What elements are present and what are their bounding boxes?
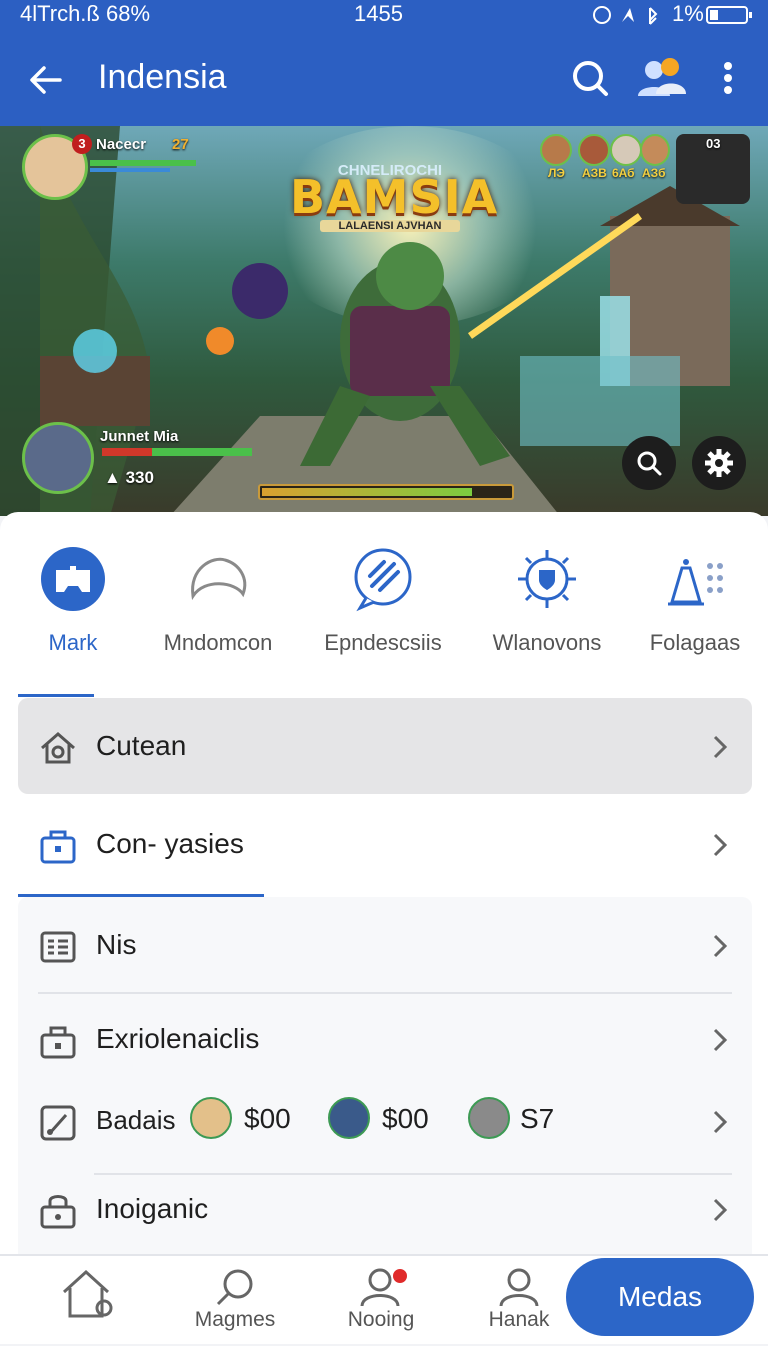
team-label: 6Аб — [612, 166, 635, 180]
opponent-score: 330 — [125, 468, 154, 487]
page-title: Indensia — [98, 58, 227, 96]
badais-value: $00 — [382, 1103, 429, 1134]
chevron-right-icon — [713, 1028, 728, 1052]
menu-item-con-yasies[interactable]: Con- yasies — [18, 796, 752, 892]
arch-icon — [191, 557, 247, 601]
avatar — [468, 1097, 510, 1139]
avatar — [328, 1097, 370, 1139]
shield-sun-icon — [518, 550, 576, 608]
back-arrow-icon[interactable] — [26, 60, 66, 100]
opponent-name: Junnet Mia — [100, 428, 179, 445]
game-title: BAMSIA — [290, 170, 499, 224]
menu-item-inoiganic[interactable]: Inoiganic — [18, 1161, 752, 1257]
menu-item-label: Cutean — [96, 730, 187, 761]
game-subtitle: LALAENSI AJVHAN — [320, 220, 460, 232]
opponent-damage-bar — [102, 448, 152, 456]
nav-label: Magmes — [194, 1308, 276, 1331]
brush-icon — [40, 1105, 76, 1141]
content-sheet: Mark Mndomcon Epndescsiis Wlanovons Fola… — [0, 512, 768, 1344]
category-label: Wlanovons — [492, 630, 602, 655]
player-mana-bar — [90, 168, 170, 172]
bottom-nav: Magmes Nooing Hanak Medas — [0, 1254, 768, 1344]
user-icon — [499, 1268, 539, 1307]
category-label: Mndomcon — [163, 630, 273, 655]
team-label: ЛЭ — [548, 166, 565, 180]
battery-percent: 1% — [672, 1, 704, 26]
active-indicator — [18, 694, 94, 697]
banner-search-button[interactable] — [622, 436, 676, 490]
opponent-score-label: ▲ 330 — [104, 468, 154, 487]
player-name: Nacecr — [96, 136, 147, 153]
team-label: АЗб — [642, 166, 666, 180]
player-health-bar — [90, 160, 196, 166]
users-icon[interactable] — [636, 56, 688, 100]
category-label: Folagaas — [649, 630, 741, 655]
home-icon — [62, 1269, 113, 1318]
chevron-right-icon — [713, 833, 728, 857]
menu-item-cutean[interactable]: Cutean — [18, 698, 752, 794]
team-avatars — [540, 134, 670, 170]
cone-dots-icon — [668, 559, 723, 606]
nav-label: Hanak — [488, 1308, 550, 1331]
stripes-chat-icon — [354, 548, 412, 612]
xp-progress-bar — [258, 484, 514, 500]
menu-item-label: Nis — [96, 929, 137, 960]
nav-hanak[interactable]: Hanak — [464, 1256, 574, 1346]
chevron-right-icon — [713, 1110, 728, 1134]
gear-icon — [705, 449, 733, 477]
chevron-right-icon — [713, 735, 728, 759]
minimap-count: 03 — [706, 136, 721, 151]
opponent-avatar[interactable] — [22, 422, 94, 494]
search-icon — [216, 1269, 253, 1306]
briefcase-icon — [40, 830, 76, 864]
battery-icon — [706, 6, 752, 24]
medas-button[interactable]: Medas — [566, 1258, 754, 1336]
clock: 1455 — [354, 1, 403, 26]
nav-home[interactable] — [32, 1256, 142, 1346]
menu-item-label: Badais — [96, 1105, 176, 1135]
banner-settings-button[interactable] — [692, 436, 746, 490]
nav-label: Nooing — [347, 1308, 415, 1331]
chevron-right-icon — [713, 1198, 728, 1222]
menu-item-nis[interactable]: Nis — [18, 897, 752, 993]
player-rank-badge: 3 — [72, 134, 92, 154]
lock-icon — [40, 1195, 76, 1229]
home-icon — [41, 732, 75, 764]
more-vert-icon[interactable] — [720, 56, 736, 100]
gamepad-icon — [41, 547, 105, 611]
player-level: 27 — [172, 136, 189, 153]
team-label: АЗВ — [582, 166, 607, 180]
category-label: Mark — [48, 630, 98, 655]
nav-nooing[interactable]: Nooing — [326, 1256, 436, 1346]
list-icon — [40, 931, 76, 963]
search-icon — [637, 451, 662, 476]
badais-value: $00 — [244, 1103, 291, 1134]
menu-item-label: Exriolenaiclis — [96, 1023, 260, 1054]
category-label: Epndescsiis — [324, 630, 442, 655]
app-bar: Indensia — [0, 30, 768, 126]
profile-icon — [360, 1268, 407, 1307]
chevron-right-icon — [713, 934, 728, 958]
badais-value: S7 — [520, 1103, 555, 1134]
briefcase-icon — [40, 1026, 76, 1059]
avatar — [190, 1097, 232, 1139]
signal-status: 4lTrch.ß 68% — [20, 1, 151, 26]
search-icon[interactable] — [568, 56, 612, 100]
menu-item-label: Con- yasies — [96, 828, 244, 859]
menu-item-label: Inoiganic — [96, 1193, 209, 1224]
settings-group: Nis Exriolenaiclis Badais $00 $00 S7 Ino… — [18, 897, 752, 1267]
minimap-panel[interactable]: 03 — [676, 134, 750, 204]
nav-magmes[interactable]: Magmes — [180, 1256, 290, 1346]
menu-item-badais[interactable]: Badais $00 $00 S7 — [18, 1073, 752, 1169]
game-banner[interactable]: CHNELIROCHI BAMSIA LALAENSI AJVHAN 3 Nac… — [0, 126, 768, 516]
status-bar: 4lTrch.ß 68% 1455 1% — [0, 0, 768, 30]
